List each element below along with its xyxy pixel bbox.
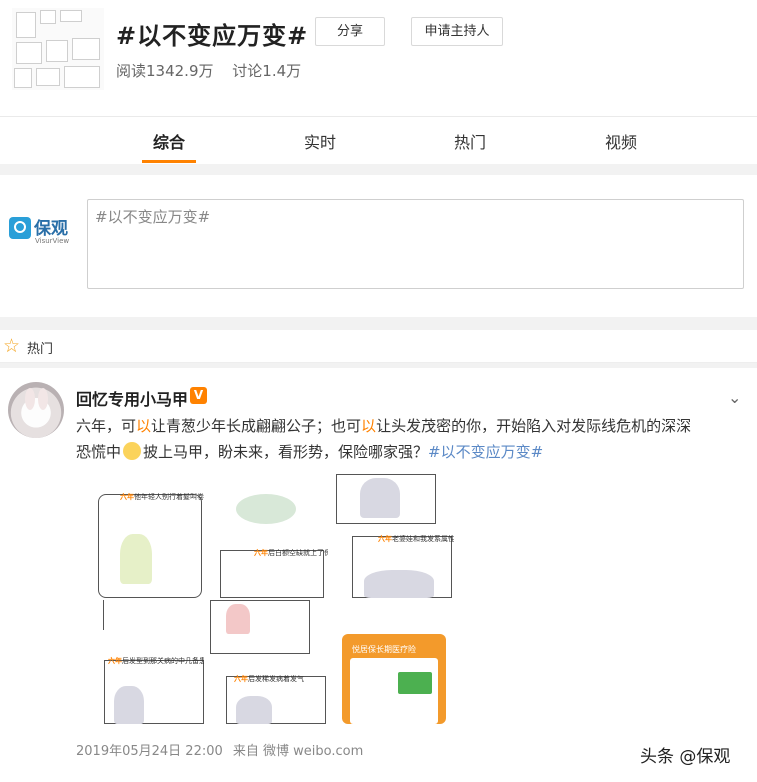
post-image[interactable]: 六年后白额空缺就上了保印 bbox=[206, 474, 328, 598]
share-button[interactable]: 分享 bbox=[315, 17, 385, 46]
tab-video[interactable]: 视频 bbox=[581, 129, 661, 153]
doge-emoji-icon bbox=[123, 442, 142, 460]
topic-cover-image[interactable] bbox=[12, 8, 104, 90]
topic-tabs: 综合 实时 热门 视频 bbox=[0, 118, 757, 164]
topic-page: #以不变应万变# 分享 申请主持人 阅读1342.9万 讨论1.4万 综合 实时… bbox=[0, 0, 757, 782]
post-author-name[interactable]: 回忆专用小马甲 bbox=[76, 386, 188, 410]
read-count: 阅读1342.9万 bbox=[116, 62, 214, 80]
post-image[interactable]: 悦居保长期医疗险 bbox=[330, 600, 454, 724]
active-tab-indicator bbox=[142, 160, 196, 163]
post-image-grid: 六年他年轻人别行着髮叫卷 六年后白额空缺就上了保印 六年老婆娃和我发系属性 六年… bbox=[78, 474, 454, 724]
hot-section-label: 热门 bbox=[27, 342, 54, 357]
post-meta: 2019年05月24日 22:00 来自 微博 weibo.com bbox=[76, 740, 369, 759]
brand-name: 保观 bbox=[34, 219, 68, 239]
star-outline-icon: ☆ bbox=[3, 335, 21, 357]
post-body: 六年，可以让青葱少年长成翩翩公子；也可以让头发茂密的你，开始陷入对发际线危机的深… bbox=[76, 417, 692, 461]
post-image[interactable]: 六年后发稀发病着发气 bbox=[206, 600, 328, 724]
topic-header: #以不变应万变# 分享 申请主持人 阅读1342.9万 讨论1.4万 bbox=[0, 0, 757, 117]
compose-box: 保观 VisurView #以不变应万变# bbox=[0, 175, 757, 317]
post-image[interactable]: 六年他年轻人别行着髮叫卷 bbox=[78, 474, 204, 598]
chevron-down-icon[interactable]: ⌄ bbox=[728, 388, 741, 407]
post-timestamp[interactable]: 2019年05月24日 22:00 bbox=[76, 744, 223, 759]
brand-logo: 保观 VisurView bbox=[9, 213, 69, 253]
post-card: 回忆专用小马甲 V ⌄ 六年，可以让青葱少年长成翩翩公子；也可以让头发茂密的你，… bbox=[0, 368, 757, 782]
post-hashtag-link[interactable]: #以不变应万变# bbox=[428, 443, 543, 461]
post-image[interactable]: 六年老婆娃和我发系属性 bbox=[330, 474, 454, 598]
brand-subtitle: VisurView bbox=[35, 237, 70, 245]
tab-comprehensive[interactable]: 综合 bbox=[129, 129, 209, 153]
avatar[interactable] bbox=[8, 382, 64, 438]
search-icon bbox=[9, 217, 31, 239]
tab-hot[interactable]: 热门 bbox=[430, 129, 510, 153]
tab-realtime[interactable]: 实时 bbox=[280, 129, 360, 153]
post-input[interactable]: #以不变应万变# bbox=[87, 199, 744, 289]
discuss-count: 讨论1.4万 bbox=[232, 62, 302, 80]
watermark: 头条 @保观 bbox=[640, 747, 731, 767]
topic-title: #以不变应万变# bbox=[116, 22, 309, 50]
topic-stats: 阅读1342.9万 讨论1.4万 bbox=[116, 60, 315, 81]
divider bbox=[0, 317, 757, 330]
post-source: 来自 微博 weibo.com bbox=[232, 744, 364, 759]
post-image[interactable]: 六年后发型到那关病的中几备患人 bbox=[78, 600, 204, 724]
verified-badge-icon: V bbox=[190, 387, 207, 404]
hot-section-header: ☆ 热门 bbox=[0, 330, 757, 363]
apply-host-button[interactable]: 申请主持人 bbox=[411, 17, 503, 46]
divider bbox=[0, 164, 757, 175]
